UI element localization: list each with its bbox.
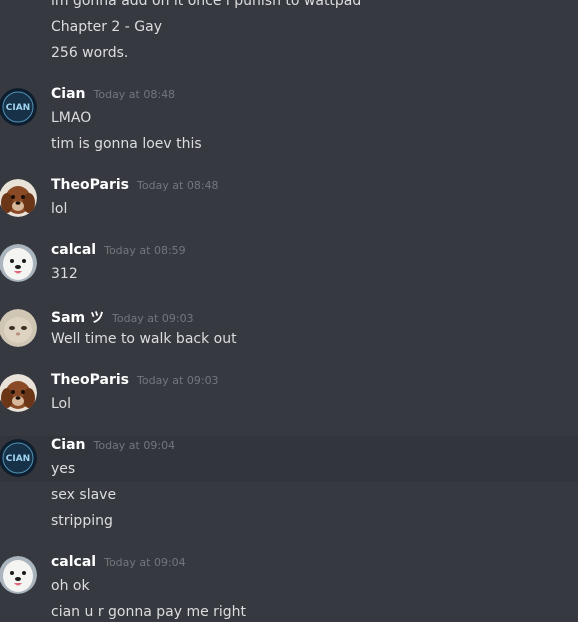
timestamp: Today at 09:04	[93, 439, 176, 452]
message-header: Cian Today at 09:04	[51, 437, 175, 457]
timestamp: Today at 09:03	[137, 374, 219, 387]
theoparis-avatar[interactable]	[0, 179, 37, 217]
chat-messages-area: im gonna add on it once i punish to watt…	[0, 0, 578, 622]
white-dog-icon	[0, 244, 37, 282]
message-header: calcal Today at 09:04	[51, 554, 186, 574]
message-text: 256 words.	[51, 45, 129, 61]
message-text: cian u r gonna pay me right	[51, 604, 247, 620]
message-header: TheoParis Today at 09:03	[51, 372, 219, 392]
username[interactable]: TheoParis	[51, 177, 129, 193]
timestamp: Today at 08:48	[137, 179, 219, 192]
timestamp: Today at 09:04	[104, 556, 186, 569]
svg-text:CIAN: CIAN	[6, 103, 30, 113]
timestamp: Today at 09:03	[112, 312, 194, 325]
username[interactable]: TheoParis	[51, 372, 129, 388]
timestamp: Today at 08:59	[104, 244, 186, 257]
message-text: tim is gonna loev this	[51, 136, 202, 152]
cian-logo-icon: CIAN	[0, 88, 37, 126]
message-text: lol	[51, 201, 68, 217]
svg-text:CIAN: CIAN	[6, 454, 30, 464]
message-text: LMAO	[51, 110, 92, 126]
username[interactable]: Cian	[51, 86, 86, 102]
message-header: calcal Today at 08:59	[51, 242, 186, 262]
sam-avatar[interactable]	[0, 309, 37, 347]
message-header: Sam ツ Today at 09:03	[51, 307, 194, 327]
message-text: yes	[51, 461, 76, 477]
message-text: im gonna add on it once i punish to watt…	[51, 0, 362, 9]
message-text: stripping	[51, 513, 113, 529]
theoparis-avatar[interactable]	[0, 374, 37, 412]
username[interactable]: calcal	[51, 554, 96, 570]
message-text: 312	[51, 266, 78, 282]
white-dog-icon	[0, 556, 37, 594]
timestamp: Today at 08:48	[93, 88, 176, 101]
username[interactable]: Sam ツ	[51, 307, 104, 327]
username[interactable]: calcal	[51, 242, 96, 258]
cian-avatar[interactable]: CIAN	[0, 439, 37, 477]
calcal-avatar[interactable]	[0, 556, 37, 594]
brown-puppy-icon	[0, 179, 37, 217]
calcal-avatar[interactable]	[0, 244, 37, 282]
username[interactable]: Cian	[51, 437, 86, 453]
message-text: Chapter 2 - Gay	[51, 19, 162, 35]
message-header: TheoParis Today at 08:48	[51, 177, 219, 197]
cat-icon	[0, 309, 37, 347]
message-text: oh ok	[51, 578, 90, 594]
message-header: Cian Today at 08:48	[51, 86, 175, 106]
message-text: Lol	[51, 396, 72, 412]
cian-avatar[interactable]: CIAN	[0, 88, 37, 126]
cian-logo-icon: CIAN	[0, 439, 37, 477]
message-text: sex slave	[51, 487, 117, 503]
brown-puppy-icon	[0, 374, 37, 412]
message-text: Well time to walk back out	[51, 331, 237, 347]
